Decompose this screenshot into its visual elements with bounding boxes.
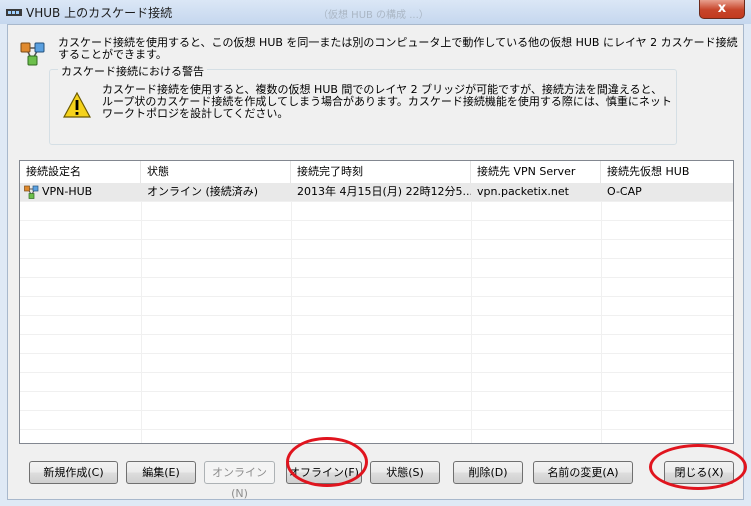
column-header-name[interactable]: 接続設定名 xyxy=(20,161,141,183)
cell-name: VPN-HUB xyxy=(42,185,93,198)
annotation-circle-close xyxy=(649,444,747,490)
warning-legend: カスケード接続における警告 xyxy=(58,63,207,79)
app-icon xyxy=(6,9,22,16)
empty-row xyxy=(20,278,733,297)
empty-row xyxy=(20,373,733,392)
column-header-hub[interactable]: 接続先仮想 HUB xyxy=(601,161,733,183)
cascade-network-icon xyxy=(20,42,45,66)
title-bar[interactable]: VHUB 上のカスケード接続 （仮想 HUB の構成 ...） x xyxy=(0,0,751,24)
delete-button[interactable]: 削除(D) xyxy=(453,461,523,484)
list-header: 接続設定名 状態 接続完了時刻 接続先 VPN Server 接続先仮想 HUB xyxy=(20,161,733,184)
cascade-link-icon xyxy=(24,185,39,199)
column-header-server[interactable]: 接続先 VPN Server xyxy=(471,161,601,183)
annotation-circle-offline xyxy=(286,437,368,487)
empty-row xyxy=(20,240,733,259)
status-button[interactable]: 状態(S) xyxy=(370,461,440,484)
empty-row xyxy=(20,316,733,335)
warning-group: カスケード接続における警告 カスケード接続を使用すると、複数の仮想 HUB 間で… xyxy=(49,63,677,145)
column-header-status[interactable]: 状態 xyxy=(141,161,291,183)
empty-row xyxy=(20,392,733,411)
empty-row xyxy=(20,259,733,278)
warning-text: カスケード接続を使用すると、複数の仮想 HUB 間でのレイヤ 2 ブリッジが可能… xyxy=(102,83,672,120)
new-button[interactable]: 新規作成(C) xyxy=(29,461,118,484)
window-title: VHUB 上のカスケード接続 xyxy=(26,6,173,20)
column-header-time[interactable]: 接続完了時刻 xyxy=(291,161,471,183)
empty-row xyxy=(20,411,733,430)
empty-row xyxy=(20,335,733,354)
dialog-body: カスケード接続を使用すると、この仮想 HUB を同一または別のコンピュータ上で動… xyxy=(7,24,744,500)
cascade-connection-list[interactable]: 接続設定名 状態 接続完了時刻 接続先 VPN Server 接続先仮想 HUB… xyxy=(19,160,734,444)
cell-time: 2013年 4月15日(月) 22時12分5... xyxy=(297,185,471,198)
window-close-button[interactable]: x xyxy=(699,0,745,19)
empty-row xyxy=(20,297,733,316)
cell-status: オンライン (接続済み) xyxy=(147,185,259,198)
warning-icon xyxy=(63,92,91,118)
edit-button[interactable]: 編集(E) xyxy=(126,461,196,484)
online-button[interactable]: オンライン(N) xyxy=(204,461,275,500)
cell-hub: O-CAP xyxy=(607,185,642,198)
rename-button[interactable]: 名前の変更(A) xyxy=(533,461,633,484)
table-row[interactable]: VPN-HUB オンライン (接続済み) 2013年 4月15日(月) 22時1… xyxy=(20,183,733,202)
background-window-title: （仮想 HUB の構成 ...） xyxy=(318,10,429,21)
cell-server: vpn.packetix.net xyxy=(477,185,569,198)
empty-row xyxy=(20,354,733,373)
empty-row xyxy=(20,221,733,240)
empty-row xyxy=(20,202,733,221)
description-text: カスケード接続を使用すると、この仮想 HUB を同一または別のコンピュータ上で動… xyxy=(58,36,738,61)
